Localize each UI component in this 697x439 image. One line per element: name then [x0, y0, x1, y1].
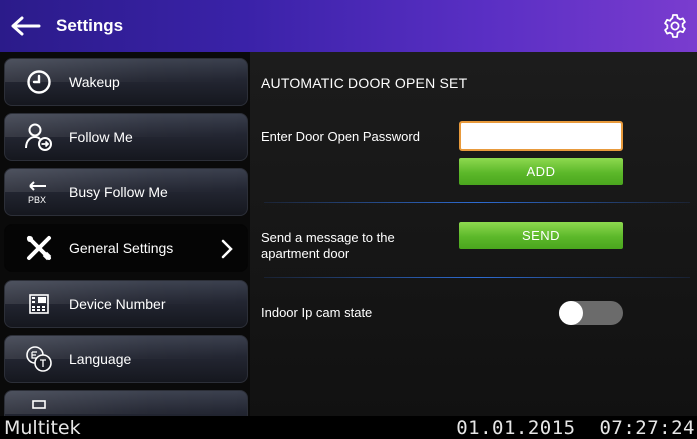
- clock-icon: [17, 60, 61, 104]
- section-title: AUTOMATIC DOOR OPEN SET: [261, 75, 468, 91]
- sidebar-item-device-number[interactable]: Device Number: [4, 280, 248, 328]
- date-label: 01.01.2015: [456, 417, 576, 439]
- door-password-label: Enter Door Open Password: [261, 129, 420, 144]
- gear-icon: [664, 14, 686, 38]
- sidebar-item-label: General Settings: [69, 240, 174, 256]
- arrow-left-icon: [11, 16, 41, 36]
- door-password-input[interactable]: [459, 121, 623, 151]
- title-bar: Settings: [0, 0, 697, 52]
- sidebar-item-label: Wakeup: [69, 74, 120, 90]
- send-message-label-line2: apartment door: [261, 246, 350, 261]
- keypad-icon: [17, 282, 61, 326]
- add-button[interactable]: ADD: [459, 158, 623, 185]
- brand-label: Multitek: [4, 417, 81, 439]
- sidebar-item-label: Follow Me: [69, 129, 133, 145]
- status-bar: Multitek 01.01.2015 07:27:24: [0, 416, 697, 439]
- ipcam-state-label: Indoor Ip cam state: [261, 305, 373, 320]
- sidebar: Wakeup Follow Me PBX Busy Follow Me Gene…: [0, 52, 250, 416]
- divider: [264, 202, 690, 203]
- sidebar-item-busy-follow-me[interactable]: PBX Busy Follow Me: [4, 168, 248, 216]
- tools-icon: [17, 226, 61, 270]
- toggle-knob: [559, 301, 583, 325]
- back-button[interactable]: [0, 0, 52, 52]
- ipcam-state-toggle[interactable]: [559, 301, 623, 325]
- settings-button[interactable]: [659, 10, 691, 42]
- divider: [264, 277, 690, 278]
- send-message-label-line1: Send a message to the: [261, 230, 395, 245]
- sidebar-item-wakeup[interactable]: Wakeup: [4, 58, 248, 106]
- page-title: Settings: [56, 16, 124, 35]
- main-panel: AUTOMATIC DOOR OPEN SET Enter Door Open …: [250, 52, 697, 416]
- sidebar-item-follow-me[interactable]: Follow Me: [4, 113, 248, 161]
- chevron-right-icon: [221, 239, 233, 259]
- pbx-icon: PBX: [17, 170, 61, 214]
- time-label: 07:27:24: [599, 417, 695, 439]
- pbx-icon-text: PBX: [28, 195, 46, 205]
- sidebar-item-general-settings[interactable]: General Settings: [4, 224, 248, 272]
- sidebar-item-language[interactable]: Language: [4, 335, 248, 383]
- sidebar-item-label: Busy Follow Me: [69, 184, 168, 200]
- sidebar-item-label: Language: [69, 351, 132, 367]
- partial-item-icon: [17, 392, 61, 416]
- user-forward-icon: [17, 115, 61, 159]
- send-button[interactable]: SEND: [459, 222, 623, 249]
- date-time: 01.01.2015 07:27:24: [456, 417, 695, 439]
- sidebar-item-label: Device Number: [69, 296, 166, 312]
- sidebar-item-partial[interactable]: [4, 390, 248, 416]
- language-icon: [17, 337, 61, 381]
